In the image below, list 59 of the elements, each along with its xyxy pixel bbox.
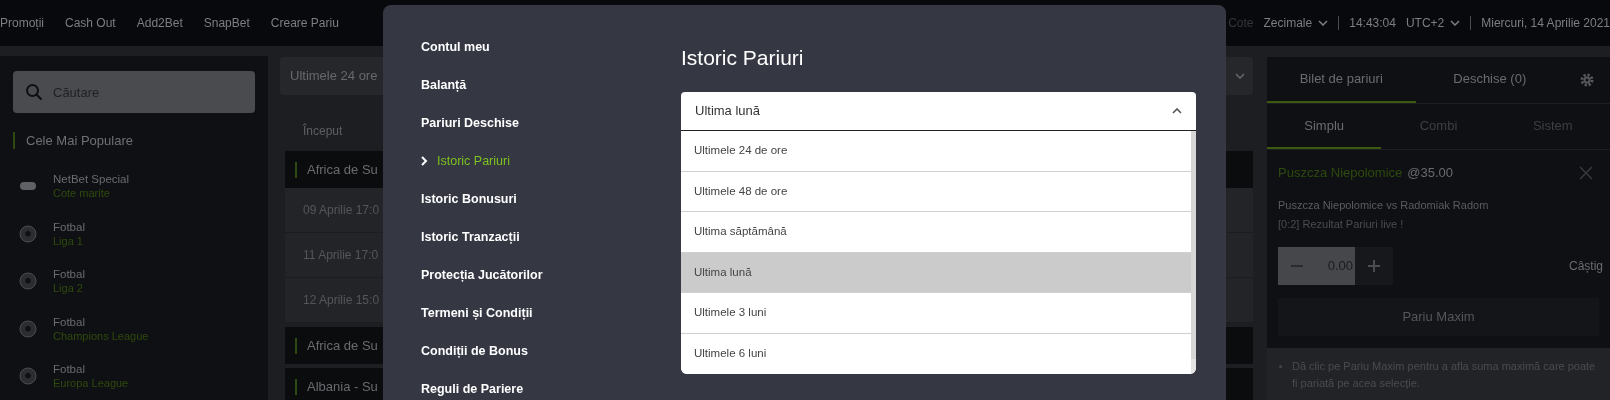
chevron-up-icon	[1172, 108, 1182, 114]
nav-link[interactable]: Creare Pariu	[270, 14, 339, 32]
section-title: Cele Mai Populare	[26, 132, 133, 150]
column-header: Început	[303, 122, 343, 140]
menu-item[interactable]: Pariuri Deschise	[421, 104, 681, 142]
item-subtitle: Europa League	[53, 376, 129, 391]
tag-icon	[19, 181, 37, 192]
period-dropdown[interactable]: Ultima lună	[681, 92, 1196, 131]
bet-type-tab[interactable]: Simplu	[1267, 104, 1382, 149]
betslip-tab[interactable]: Bilet de pariuri	[1267, 57, 1416, 103]
plus-button[interactable]	[1355, 246, 1393, 285]
item-title: Fotbal	[53, 362, 86, 377]
dropdown-option[interactable]: Ultima lună	[681, 252, 1191, 293]
menu-item[interactable]: Istoric Bonusuri	[421, 180, 681, 218]
league-name: Albania - Su	[307, 377, 378, 396]
minus-button[interactable]	[1278, 246, 1316, 285]
league-name: Africa de Su	[307, 160, 378, 179]
plus-icon	[1368, 259, 1380, 272]
item-title: Fotbal	[53, 219, 85, 234]
chevron-right-icon	[421, 156, 428, 166]
match-name: Puszcza Niepolomice vs Radomiak Radom	[1278, 197, 1490, 213]
soccer-ball-icon	[19, 272, 37, 291]
clock-text: 14:43:04	[1349, 15, 1396, 32]
menu-item[interactable]: Termeni și Condiții	[421, 294, 681, 332]
odds-format-dropdown[interactable]: Zecimale	[1263, 14, 1329, 32]
menu-item[interactable]: Condiții de Bonus	[421, 332, 681, 370]
league-name: Africa de Su	[307, 336, 378, 355]
nav-link[interactable]: SnapBet	[203, 14, 250, 32]
betslip-tab[interactable]: Deschise (0)	[1415, 57, 1564, 103]
chevron-down-icon	[1318, 20, 1329, 26]
settings-icon	[1579, 72, 1595, 88]
item-title: Fotbal	[53, 314, 86, 329]
market-name: [0:2] Rezultat Pariuri live !	[1278, 217, 1405, 232]
nav-link[interactable]: Promoții	[0, 14, 44, 32]
selection-team: Puszcza Niepolomice	[1278, 164, 1403, 182]
chevron-down-icon	[1450, 20, 1461, 26]
nav-link[interactable]: Cash Out	[65, 14, 116, 32]
menu-item[interactable]: Contul meu	[421, 28, 681, 66]
chevron-down-icon	[1235, 73, 1245, 79]
timezone-dropdown[interactable]: UTC+2	[1405, 14, 1461, 32]
item-title: NetBet Special	[53, 172, 130, 187]
menu-item[interactable]: Istoric Pariuri	[421, 142, 681, 180]
search-icon	[25, 83, 43, 101]
menu-item[interactable]: Istoric Tranzacții	[421, 218, 681, 256]
item-title: Fotbal	[53, 267, 85, 282]
menu-item[interactable]: Reguli de Pariere	[421, 370, 681, 400]
selection-odds: @35.00	[1407, 164, 1453, 182]
close-icon	[1579, 165, 1593, 180]
soccer-ball-icon	[19, 367, 37, 386]
nav-link[interactable]: Add2Bet	[136, 14, 183, 32]
soccer-ball-icon	[19, 224, 37, 243]
modal-title: Istoric Pariuri	[681, 45, 805, 71]
menu-item[interactable]: Protecția Jucătorilor	[421, 256, 681, 294]
soccer-ball-icon	[19, 319, 37, 338]
close-button[interactable]	[1579, 165, 1593, 180]
date-text: Miercuri, 14 Aprilie 2021	[1481, 15, 1610, 32]
sidebar-item[interactable]: Fotbal Europa League	[13, 352, 255, 400]
menu-item[interactable]: Balanță	[421, 66, 681, 104]
win-label: Câștig	[1569, 257, 1603, 275]
